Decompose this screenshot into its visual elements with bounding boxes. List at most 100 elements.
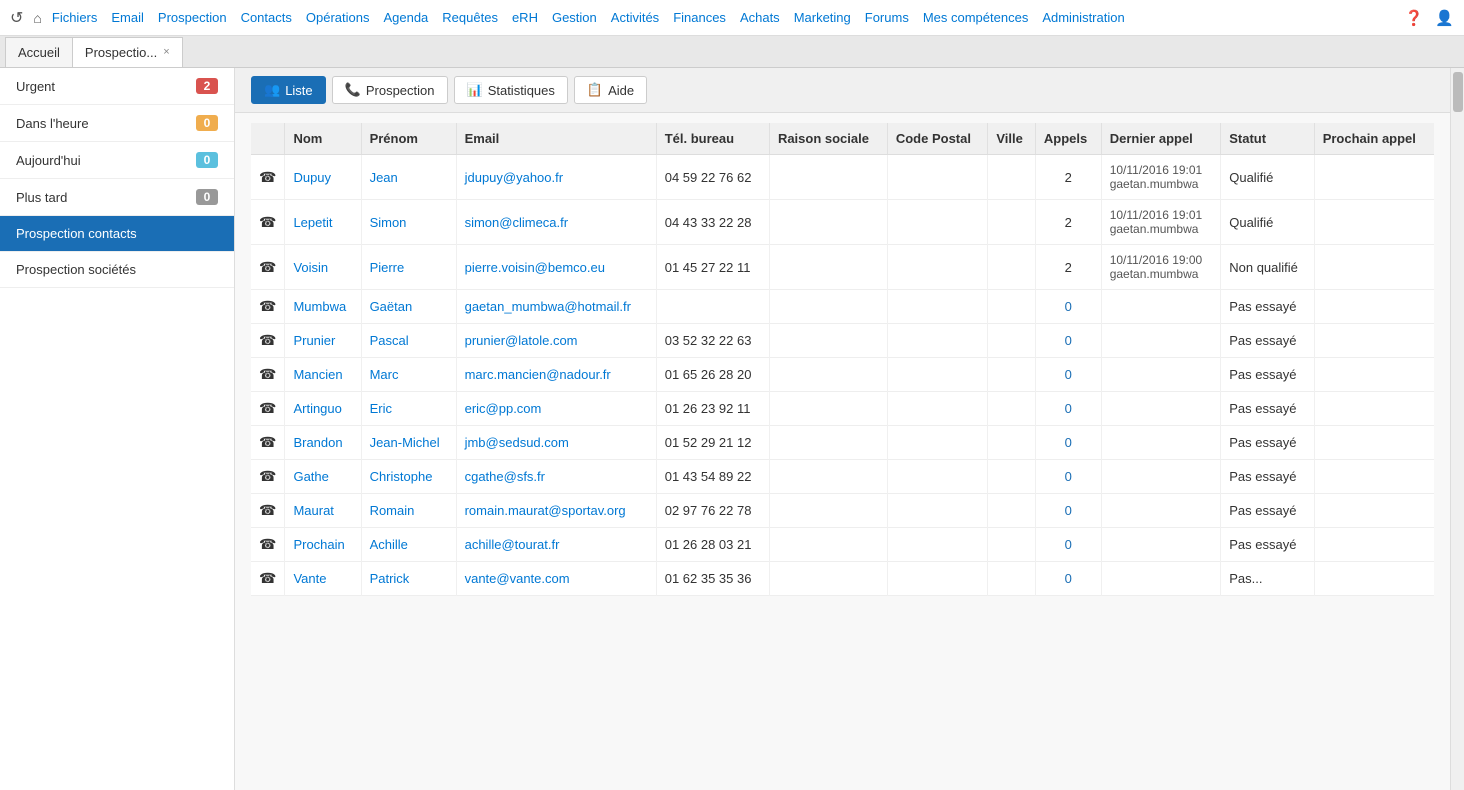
email-link[interactable]: gaetan_mumbwa@hotmail.fr bbox=[465, 299, 631, 314]
nav-link-achats[interactable]: Achats bbox=[740, 10, 780, 25]
phone-icon-cell[interactable]: ☎ bbox=[251, 200, 285, 245]
tab-accueil[interactable]: Accueil bbox=[5, 37, 72, 67]
phone-icon-cell[interactable]: ☎ bbox=[251, 562, 285, 596]
sidebar-item-dans-heure[interactable]: Dans l'heure0 bbox=[0, 105, 234, 142]
phone-icon-cell[interactable]: ☎ bbox=[251, 460, 285, 494]
email-link[interactable]: jdupuy@yahoo.fr bbox=[465, 170, 563, 185]
home-icon[interactable]: ⌂ bbox=[33, 10, 41, 26]
nav-link-fichiers[interactable]: Fichiers bbox=[52, 10, 98, 25]
nav-link-requetes[interactable]: Requêtes bbox=[442, 10, 498, 25]
nom-link[interactable]: Mumbwa bbox=[293, 299, 346, 314]
nav-link-forums[interactable]: Forums bbox=[865, 10, 909, 25]
email-link[interactable]: vante@vante.com bbox=[465, 571, 570, 586]
prenom-link[interactable]: Pascal bbox=[370, 333, 409, 348]
nav-link-administration[interactable]: Administration bbox=[1042, 10, 1124, 25]
phone-icon[interactable]: ☎ bbox=[259, 259, 276, 275]
phone-icon-cell[interactable]: ☎ bbox=[251, 245, 285, 290]
tab-prospection[interactable]: Prospectio...× bbox=[72, 37, 183, 67]
toolbar-btn-aide[interactable]: 📋Aide bbox=[574, 76, 647, 104]
email-link[interactable]: simon@climeca.fr bbox=[465, 215, 569, 230]
sidebar-item-aujourd-hui[interactable]: Aujourd'hui0 bbox=[0, 142, 234, 179]
phone-icon-cell[interactable]: ☎ bbox=[251, 324, 285, 358]
user-icon[interactable]: 👤 bbox=[1435, 9, 1454, 27]
prenom-link[interactable]: Jean bbox=[370, 170, 398, 185]
prenom-link[interactable]: Pierre bbox=[370, 260, 405, 275]
toolbar-btn-liste[interactable]: 👥Liste bbox=[251, 76, 326, 104]
nom-link[interactable]: Mancien bbox=[293, 367, 342, 382]
prenom-link[interactable]: Marc bbox=[370, 367, 399, 382]
nom-link[interactable]: Voisin bbox=[293, 260, 328, 275]
nom-link[interactable]: Prochain bbox=[293, 537, 344, 552]
prenom-link[interactable]: Achille bbox=[370, 537, 408, 552]
phone-icon[interactable]: ☎ bbox=[259, 400, 276, 416]
phone-icon[interactable]: ☎ bbox=[259, 366, 276, 382]
help-icon[interactable]: ❓ bbox=[1405, 9, 1424, 27]
nom-link[interactable]: Brandon bbox=[293, 435, 342, 450]
nav-link-contacts[interactable]: Contacts bbox=[241, 10, 292, 25]
prenom-link[interactable]: Jean-Michel bbox=[370, 435, 440, 450]
nav-link-activites[interactable]: Activités bbox=[611, 10, 659, 25]
nav-link-finances[interactable]: Finances bbox=[673, 10, 726, 25]
tab-close-prospection[interactable]: × bbox=[163, 46, 169, 58]
prenom-link[interactable]: Christophe bbox=[370, 469, 433, 484]
nom-link[interactable]: Dupuy bbox=[293, 170, 331, 185]
phone-icon[interactable]: ☎ bbox=[259, 502, 276, 518]
nav-link-gestion[interactable]: Gestion bbox=[552, 10, 597, 25]
cell-tel: 04 59 22 76 62 bbox=[656, 155, 769, 200]
prenom-link[interactable]: Eric bbox=[370, 401, 392, 416]
phone-icon-cell[interactable]: ☎ bbox=[251, 494, 285, 528]
cell-raison bbox=[769, 562, 887, 596]
toolbar-btn-prospection[interactable]: 📞Prospection bbox=[332, 76, 448, 104]
email-link[interactable]: achille@tourat.fr bbox=[465, 537, 560, 552]
email-link[interactable]: pierre.voisin@bemco.eu bbox=[465, 260, 605, 275]
prenom-link[interactable]: Gaëtan bbox=[370, 299, 413, 314]
sidebar-item-urgent[interactable]: Urgent2 bbox=[0, 68, 234, 105]
prenom-link[interactable]: Patrick bbox=[370, 571, 410, 586]
nav-link-erh[interactable]: eRH bbox=[512, 10, 538, 25]
email-link[interactable]: romain.maurat@sportav.org bbox=[465, 503, 626, 518]
phone-icon[interactable]: ☎ bbox=[259, 536, 276, 552]
nom-link[interactable]: Vante bbox=[293, 571, 326, 586]
phone-icon[interactable]: ☎ bbox=[259, 434, 276, 450]
sidebar-item-plus-tard[interactable]: Plus tard0 bbox=[0, 179, 234, 216]
email-link[interactable]: marc.mancien@nadour.fr bbox=[465, 367, 611, 382]
phone-icon-cell[interactable]: ☎ bbox=[251, 392, 285, 426]
sidebar-item-prospection-societes[interactable]: Prospection sociétés bbox=[0, 252, 234, 288]
email-link[interactable]: prunier@latole.com bbox=[465, 333, 578, 348]
cell-prochain-appel bbox=[1314, 245, 1434, 290]
phone-icon-cell[interactable]: ☎ bbox=[251, 426, 285, 460]
nom-link[interactable]: Maurat bbox=[293, 503, 333, 518]
nav-link-email[interactable]: Email bbox=[111, 10, 144, 25]
table-row: ☎GatheChristophecgathe@sfs.fr01 43 54 89… bbox=[251, 460, 1434, 494]
phone-icon-cell[interactable]: ☎ bbox=[251, 290, 285, 324]
phone-icon-cell[interactable]: ☎ bbox=[251, 528, 285, 562]
nom-link[interactable]: Artinguo bbox=[293, 401, 341, 416]
phone-icon-cell[interactable]: ☎ bbox=[251, 358, 285, 392]
nav-links: Fichiers Email Prospection Contacts Opératio… bbox=[52, 10, 1405, 25]
nav-link-agenda[interactable]: Agenda bbox=[383, 10, 428, 25]
nav-link-competences[interactable]: Mes compétences bbox=[923, 10, 1029, 25]
scrollbar-thumb[interactable] bbox=[1453, 72, 1463, 112]
nom-link[interactable]: Prunier bbox=[293, 333, 335, 348]
history-icon[interactable]: ↺ bbox=[10, 8, 23, 28]
toolbar-btn-statistiques[interactable]: 📊Statistiques bbox=[454, 76, 568, 104]
phone-icon[interactable]: ☎ bbox=[259, 298, 276, 314]
scrollbar[interactable] bbox=[1450, 68, 1464, 790]
email-link[interactable]: jmb@sedsud.com bbox=[465, 435, 569, 450]
phone-icon[interactable]: ☎ bbox=[259, 468, 276, 484]
email-link[interactable]: cgathe@sfs.fr bbox=[465, 469, 545, 484]
phone-icon-cell[interactable]: ☎ bbox=[251, 155, 285, 200]
nom-link[interactable]: Gathe bbox=[293, 469, 328, 484]
phone-icon[interactable]: ☎ bbox=[259, 332, 276, 348]
prenom-link[interactable]: Romain bbox=[370, 503, 415, 518]
nav-link-marketing[interactable]: Marketing bbox=[794, 10, 851, 25]
prenom-link[interactable]: Simon bbox=[370, 215, 407, 230]
sidebar-item-prospection-contacts[interactable]: Prospection contacts bbox=[0, 216, 234, 252]
nav-link-prospection[interactable]: Prospection bbox=[158, 10, 227, 25]
nav-link-operations[interactable]: Opérations bbox=[306, 10, 370, 25]
nom-link[interactable]: Lepetit bbox=[293, 215, 332, 230]
email-link[interactable]: eric@pp.com bbox=[465, 401, 542, 416]
phone-icon[interactable]: ☎ bbox=[259, 570, 276, 586]
phone-icon[interactable]: ☎ bbox=[259, 169, 276, 185]
phone-icon[interactable]: ☎ bbox=[259, 214, 276, 230]
